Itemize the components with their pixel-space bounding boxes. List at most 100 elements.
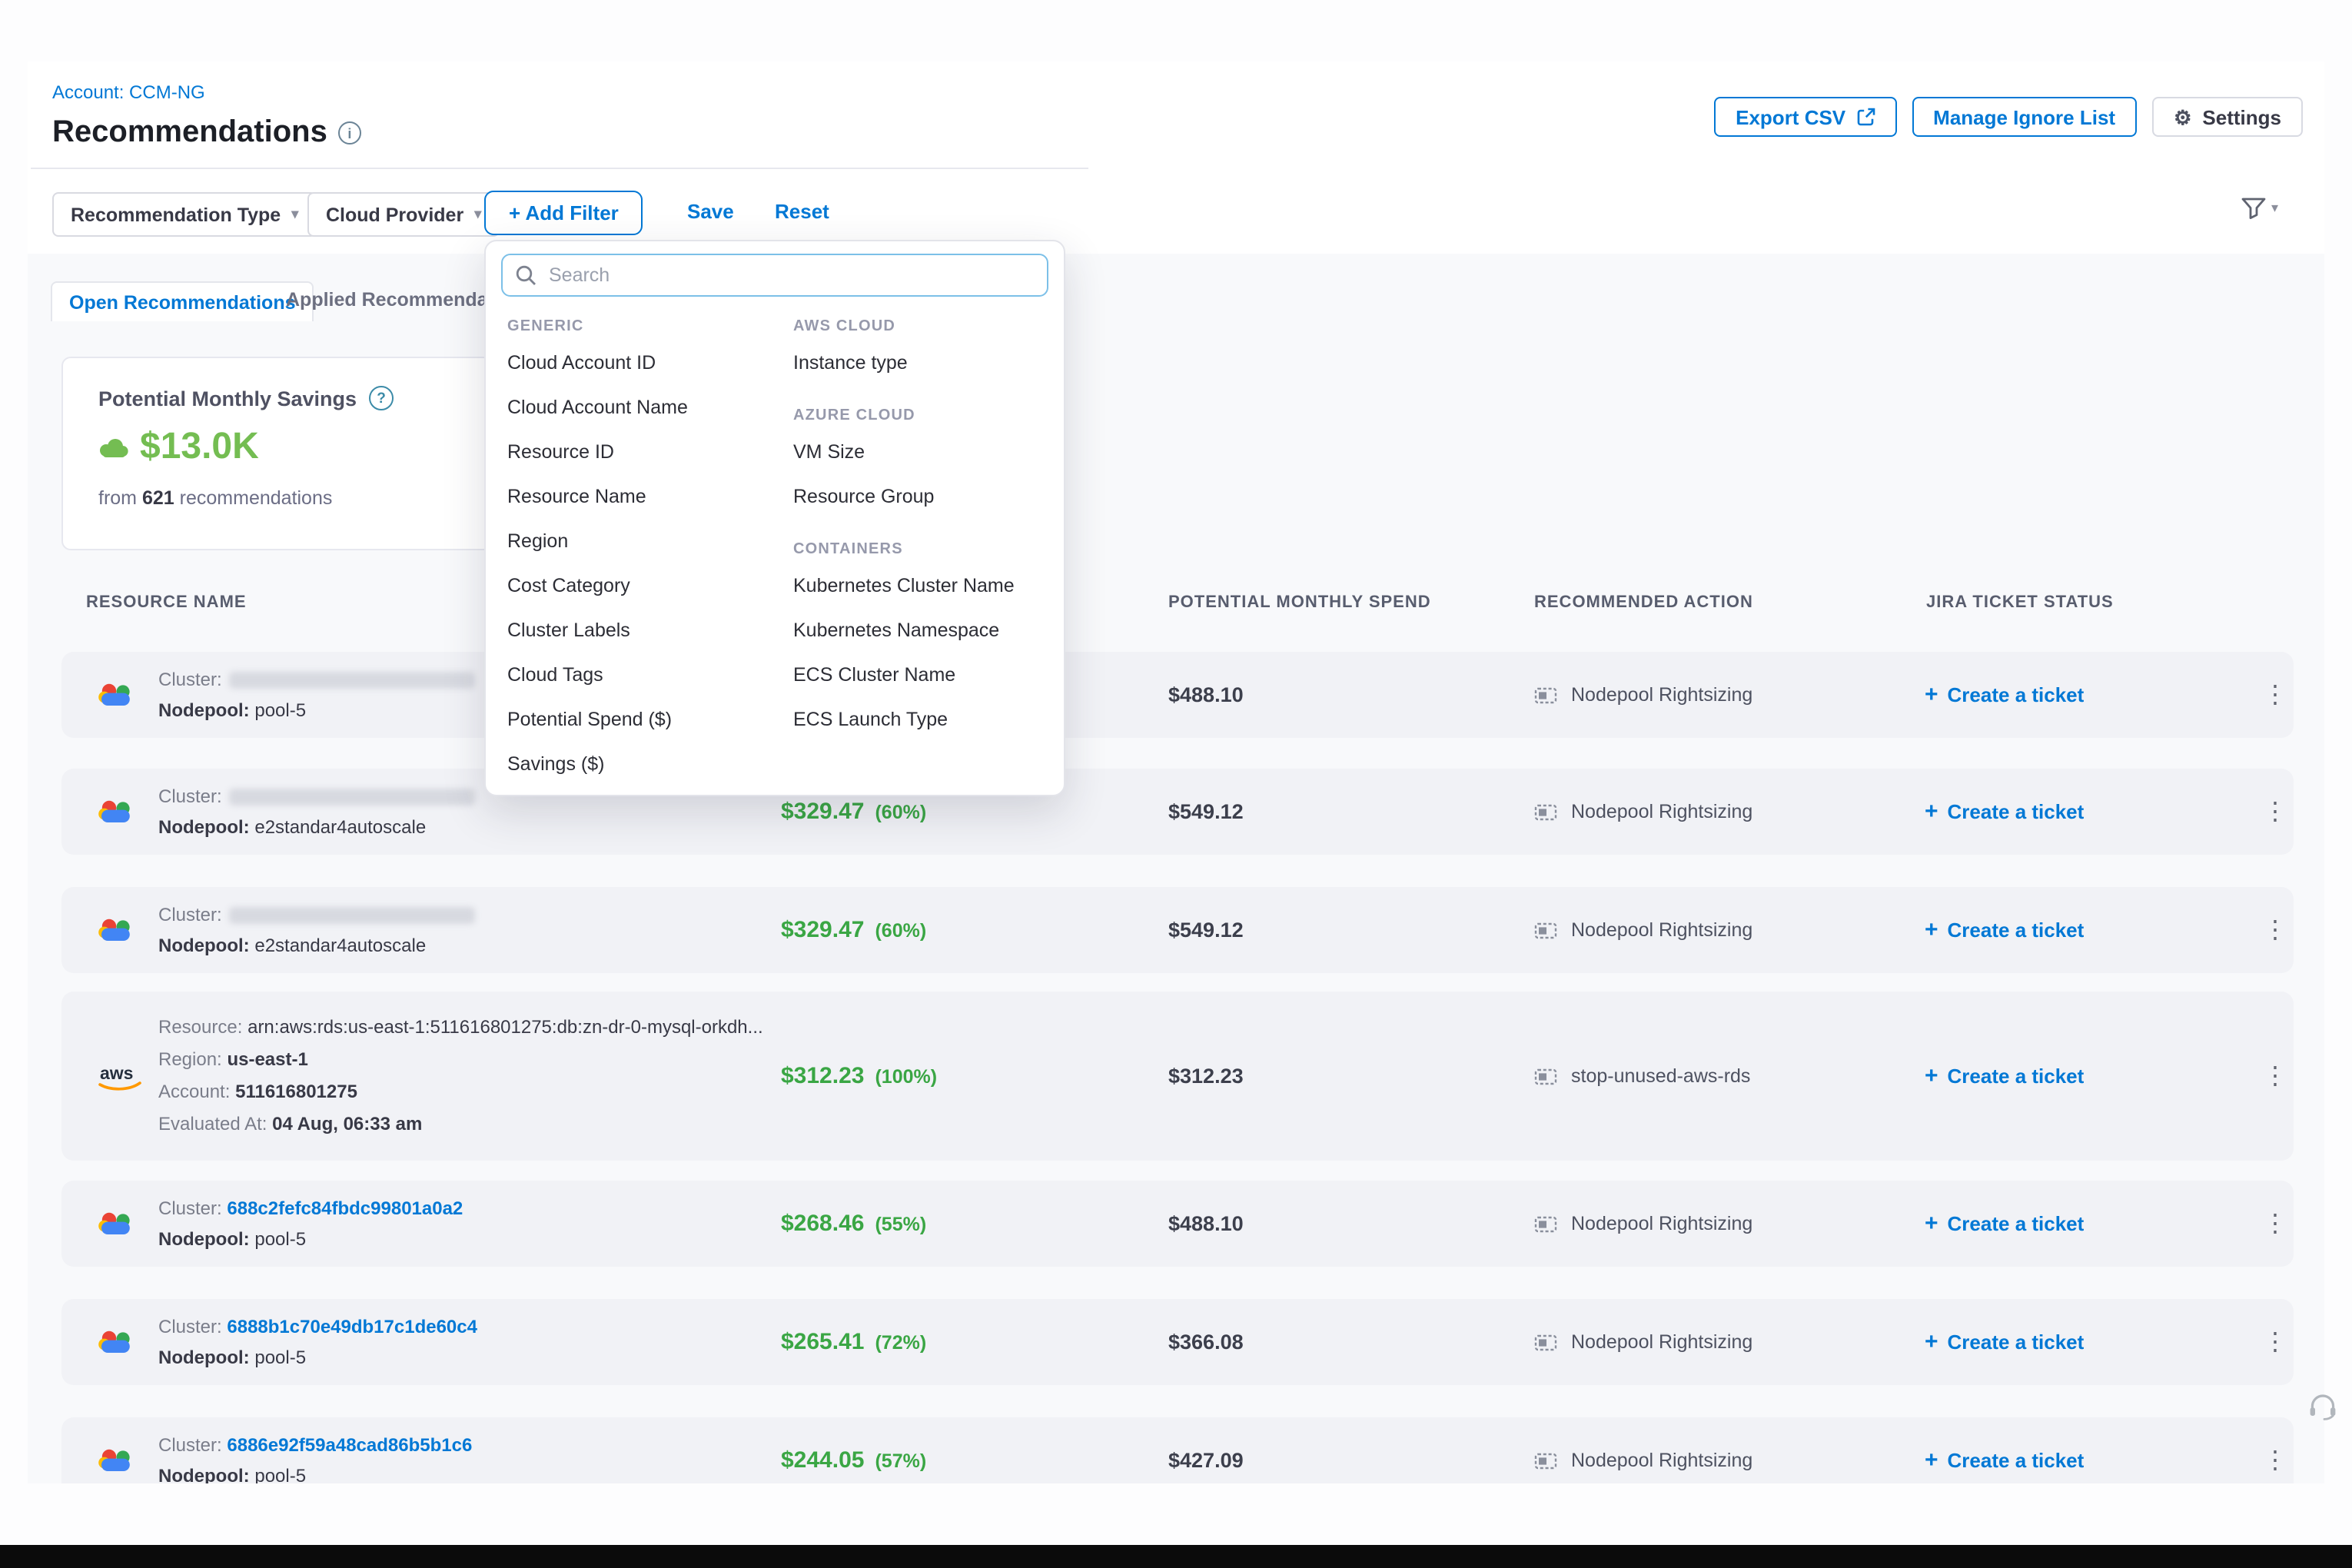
page-title: Recommendations xyxy=(52,115,327,151)
cloud-provider-dropdown[interactable]: Cloud Provider xyxy=(307,192,500,237)
create-ticket-button[interactable]: +Create a ticket xyxy=(1925,1211,2084,1237)
table-row[interactable]: aws Resource: arn:aws:rds:us-east-1:5116… xyxy=(61,992,2294,1161)
cluster-label: Cluster: xyxy=(158,1198,222,1219)
create-ticket-button[interactable]: +Create a ticket xyxy=(1925,917,2084,943)
create-ticket-label: Create a ticket xyxy=(1948,683,2085,706)
filter-item[interactable]: Resource Group xyxy=(793,475,1055,520)
cloud-provider-label: Cloud Provider xyxy=(326,204,463,225)
filter-item[interactable]: Cloud Account Name xyxy=(507,386,793,430)
create-ticket-button[interactable]: +Create a ticket xyxy=(1925,682,2084,708)
funnel-icon xyxy=(2242,197,2267,220)
table-row[interactable]: Cluster: Nodepool: pool-5 $488.10 Nodepo… xyxy=(61,652,2294,738)
filter-item[interactable]: Kubernetes Cluster Name xyxy=(793,564,1055,609)
screen-bottom-bar xyxy=(0,1545,2352,1568)
settings-button[interactable]: Settings xyxy=(2152,97,2303,137)
aws-logo-icon: aws xyxy=(95,1059,145,1093)
filter-section-containers: CONTAINERS xyxy=(793,541,1055,560)
savings-value: $312.23 xyxy=(781,1063,864,1089)
table-row[interactable]: Cluster: 6888b1c70e49db17c1de60c4 Nodepo… xyxy=(61,1299,2294,1385)
nodepool-label: Nodepool: xyxy=(158,699,250,721)
filter-item[interactable]: ECS Launch Type xyxy=(793,698,1055,742)
spend-value: $488.10 xyxy=(1168,683,1244,706)
spend-value: $549.12 xyxy=(1168,800,1244,823)
gcp-cloud-icon xyxy=(95,1327,135,1357)
filter-item[interactable]: Savings ($) xyxy=(507,742,793,787)
filter-panel-toggle[interactable] xyxy=(2242,197,2278,220)
resource-label: Resource: xyxy=(158,1016,242,1038)
table-row[interactable]: Cluster: 688c2fefc84fbdc99801a0a2 Nodepo… xyxy=(61,1181,2294,1267)
tab-applied-recommendations[interactable]: Applied Recommendatio xyxy=(286,289,511,311)
savings-subtext: from 621 recommendations xyxy=(98,487,332,509)
plus-icon: + xyxy=(1925,1211,1938,1237)
plus-icon: + xyxy=(1925,1063,1938,1089)
recommended-action-value: stop-unused-aws-rds xyxy=(1571,1065,1750,1087)
export-csv-button[interactable]: Export CSV xyxy=(1714,97,1896,137)
add-filter-dropdown: GENERIC Cloud Account ID Cloud Account N… xyxy=(484,240,1065,796)
info-icon[interactable] xyxy=(338,121,361,145)
col-header-resource-name: RESOURCE NAME xyxy=(86,593,247,612)
filter-item[interactable]: Resource ID xyxy=(507,430,793,475)
nodepool-label: Nodepool: xyxy=(158,1228,250,1250)
row-menu-icon[interactable] xyxy=(2263,915,2287,945)
row-menu-icon[interactable] xyxy=(2263,1327,2287,1357)
filter-search-input[interactable] xyxy=(501,254,1048,297)
nodepool-value: pool-5 xyxy=(254,1228,306,1250)
savings-amount: $13.0K xyxy=(140,426,259,469)
gcp-cloud-icon xyxy=(95,915,135,945)
row-menu-icon[interactable] xyxy=(2263,679,2287,710)
recommendation-type-dropdown[interactable]: Recommendation Type xyxy=(52,192,317,237)
recommended-action-value: Nodepool Rightsizing xyxy=(1571,801,1752,822)
recommendations-body: Open Recommendations Applied Recommendat… xyxy=(28,254,2324,1483)
filter-item[interactable]: Cloud Account ID xyxy=(507,341,793,386)
filter-item[interactable]: Kubernetes Namespace xyxy=(793,609,1055,653)
table-row[interactable]: Cluster: Nodepool: e2standar4autoscale $… xyxy=(61,887,2294,973)
tab-open-recommendations[interactable]: Open Recommendations xyxy=(51,281,314,321)
cluster-link[interactable]: 688c2fefc84fbdc99801a0a2 xyxy=(227,1198,463,1219)
account-label: Account: xyxy=(158,1081,230,1102)
filter-item[interactable]: Instance type xyxy=(793,341,1055,386)
create-ticket-button[interactable]: +Create a ticket xyxy=(1925,1329,2084,1355)
savings-card-title: Potential Monthly Savings xyxy=(98,387,357,410)
filter-item[interactable]: ECS Cluster Name xyxy=(793,653,1055,698)
filter-section-azure-cloud: AZURE CLOUD xyxy=(793,407,1055,426)
support-headset-icon[interactable] xyxy=(2307,1391,2338,1420)
cluster-link[interactable]: 6886e92f59a48cad86b5b1c6 xyxy=(227,1434,472,1456)
cluster-label: Cluster: xyxy=(158,1316,222,1337)
filter-item[interactable]: VM Size xyxy=(793,430,1055,475)
header-divider xyxy=(31,168,1088,169)
cluster-label: Cluster: xyxy=(158,904,222,925)
save-filter-button[interactable]: Save xyxy=(687,200,734,223)
manage-ignore-list-button[interactable]: Manage Ignore List xyxy=(1912,97,2137,137)
row-menu-icon[interactable] xyxy=(2263,1208,2287,1239)
create-ticket-button[interactable]: +Create a ticket xyxy=(1925,1447,2084,1473)
create-ticket-button[interactable]: +Create a ticket xyxy=(1925,1063,2084,1089)
filter-item[interactable]: Cluster Labels xyxy=(507,609,793,653)
create-ticket-label: Create a ticket xyxy=(1948,1330,2085,1354)
add-filter-button[interactable]: + Add Filter xyxy=(484,191,643,235)
external-link-icon xyxy=(1856,108,1875,126)
manage-ignore-list-label: Manage Ignore List xyxy=(1933,105,2115,128)
reset-filter-button[interactable]: Reset xyxy=(775,200,829,223)
help-icon[interactable] xyxy=(369,386,394,410)
cluster-link[interactable]: 6888b1c70e49db17c1de60c4 xyxy=(227,1316,477,1337)
table-row[interactable]: Cluster: 6886e92f59a48cad86b5b1c6 Nodepo… xyxy=(61,1417,2294,1483)
recommended-action-value: Nodepool Rightsizing xyxy=(1571,919,1752,941)
rightsizing-icon xyxy=(1534,685,1557,705)
filter-item[interactable]: Resource Name xyxy=(507,475,793,520)
plus-icon: + xyxy=(1925,1447,1938,1473)
main-content: Account: CCM-NG Recommendations Export C… xyxy=(28,61,2324,1483)
create-ticket-button[interactable]: +Create a ticket xyxy=(1925,799,2084,825)
resource-arn-value: arn:aws:rds:us-east-1:511616801275:db:zn… xyxy=(247,1016,763,1038)
nodepool-value: e2standar4autoscale xyxy=(254,935,426,956)
table-row[interactable]: Cluster: Nodepool: e2standar4autoscale $… xyxy=(61,769,2294,855)
filter-item[interactable]: Potential Spend ($) xyxy=(507,698,793,742)
row-menu-icon[interactable] xyxy=(2263,1445,2287,1476)
account-breadcrumb[interactable]: Account: CCM-NG xyxy=(52,81,205,103)
row-menu-icon[interactable] xyxy=(2263,1061,2287,1091)
row-menu-icon[interactable] xyxy=(2263,796,2287,827)
gcp-cloud-icon xyxy=(95,1208,135,1239)
filter-item[interactable]: Cloud Tags xyxy=(507,653,793,698)
filter-item[interactable]: Cost Category xyxy=(507,564,793,609)
filter-item[interactable]: Region xyxy=(507,520,793,564)
green-cloud-icon xyxy=(97,436,129,459)
